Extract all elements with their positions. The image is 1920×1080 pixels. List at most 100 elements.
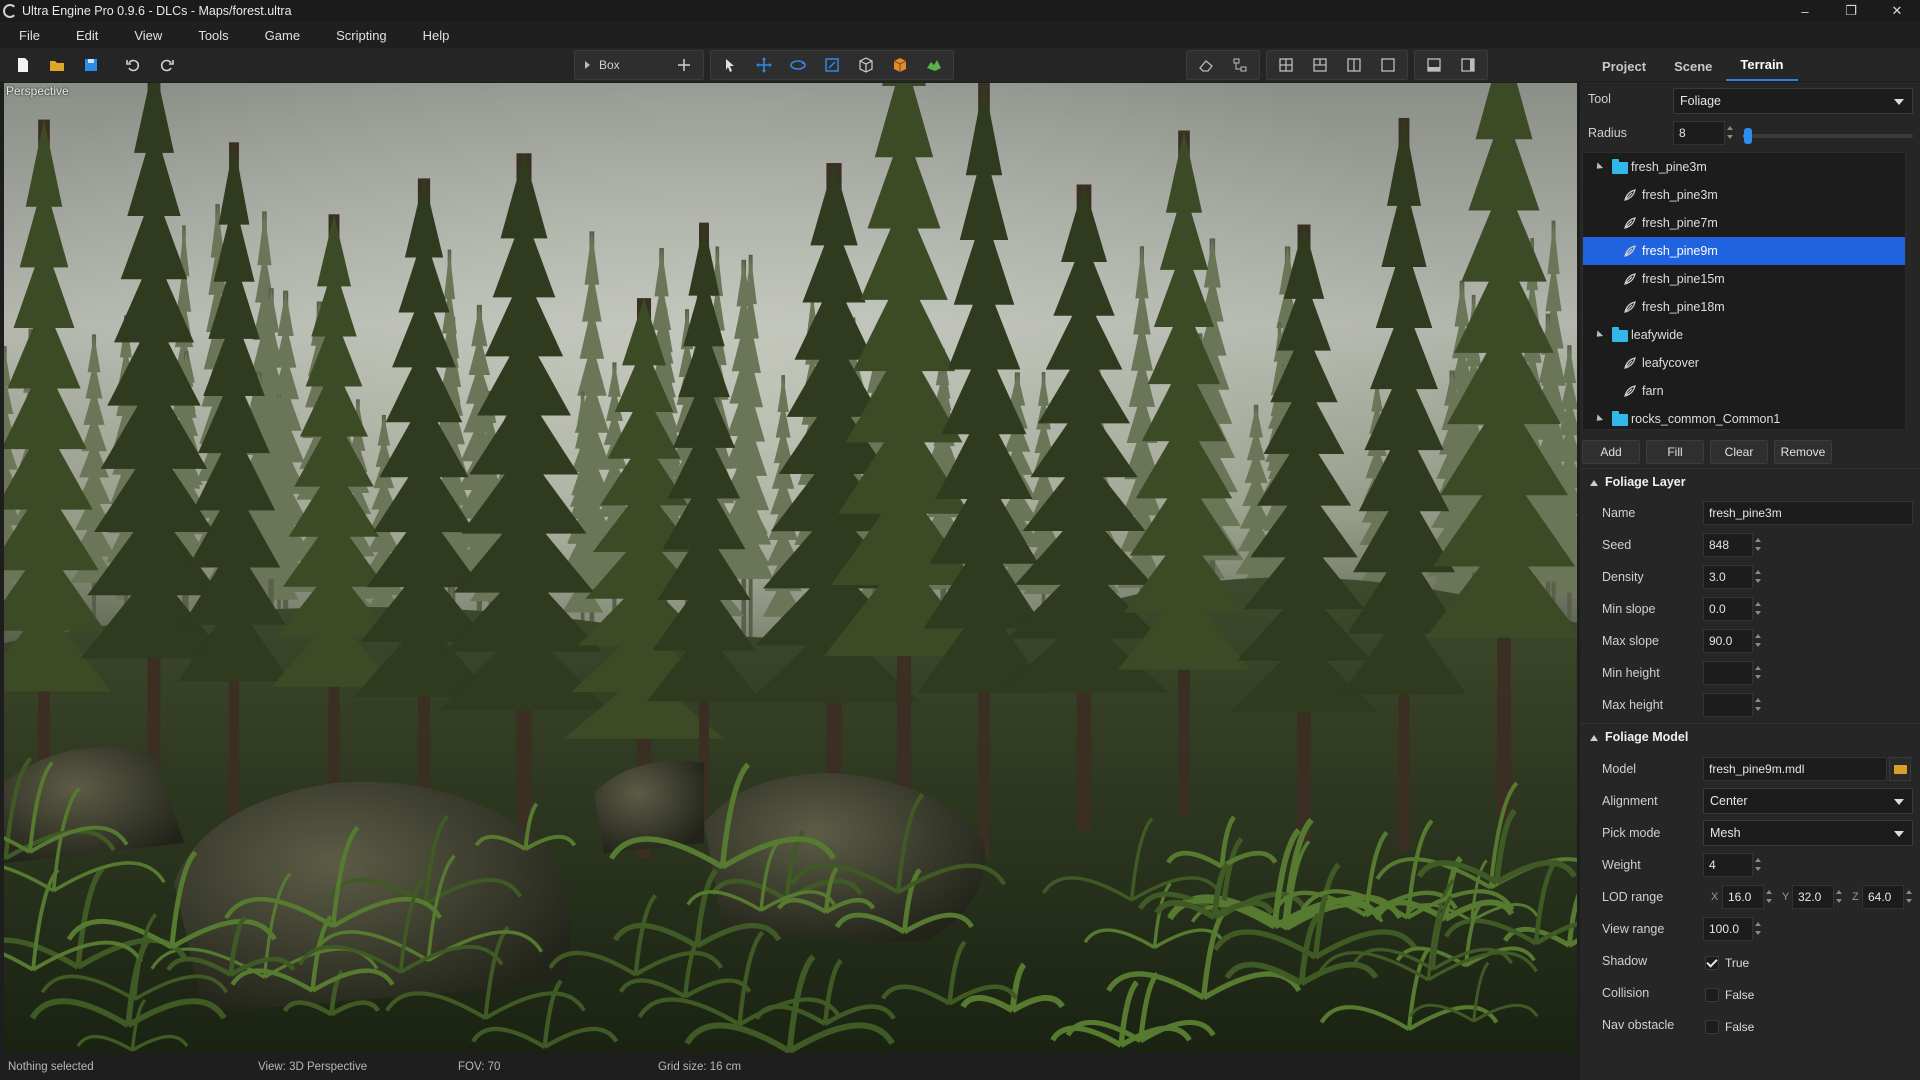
view-range-stepper[interactable] — [1754, 917, 1763, 941]
max-slope-input[interactable]: 90.0 — [1703, 629, 1753, 653]
radius-value: 8 — [1679, 126, 1686, 140]
expand-arrow-icon[interactable] — [1594, 414, 1603, 423]
tree-item[interactable]: fresh_pine7m — [1583, 209, 1906, 237]
select-tool-button[interactable] — [713, 51, 747, 79]
primitive-dropdown[interactable]: Box — [577, 51, 667, 79]
seed-input[interactable]: 848 — [1703, 533, 1753, 557]
radius-stepper[interactable] — [1726, 121, 1735, 145]
layout-single-button[interactable] — [1371, 51, 1405, 79]
menu-tools[interactable]: Tools — [187, 28, 239, 43]
tree-item[interactable]: farn — [1583, 377, 1906, 405]
tree-item[interactable]: fresh_pine9m — [1583, 237, 1906, 265]
radius-slider-thumb[interactable] — [1744, 128, 1752, 144]
collision-checkbox[interactable] — [1705, 988, 1719, 1002]
lod-y-input[interactable]: 32.0 — [1792, 885, 1834, 909]
move-tool-button[interactable] — [747, 51, 781, 79]
hierarchy-button[interactable] — [1223, 51, 1257, 79]
3d-viewport[interactable]: Perspective — [4, 83, 1577, 1053]
tab-project[interactable]: Project — [1588, 59, 1660, 81]
max-height-label: Max height — [1602, 698, 1663, 712]
density-stepper[interactable] — [1754, 565, 1763, 589]
scale-tool-button[interactable] — [815, 51, 849, 79]
tree-item[interactable]: fresh_pine18m — [1583, 293, 1906, 321]
foliage-model-header[interactable]: Foliage Model — [1580, 723, 1920, 751]
min-height-input[interactable] — [1703, 661, 1753, 685]
max-slope-stepper[interactable] — [1754, 629, 1763, 653]
model-input[interactable]: fresh_pine9m.mdl — [1703, 757, 1887, 781]
box-primitive-button[interactable] — [849, 51, 883, 79]
new-file-button[interactable] — [6, 51, 40, 79]
weight-input[interactable]: 4 — [1703, 853, 1753, 877]
menu-game[interactable]: Game — [254, 28, 311, 43]
minimize-button[interactable]: – — [1782, 0, 1828, 22]
alignment-dropdown[interactable]: Center — [1703, 788, 1913, 814]
lod-x-stepper[interactable] — [1765, 885, 1774, 909]
min-slope-stepper[interactable] — [1754, 597, 1763, 621]
fill-button[interactable]: Fill — [1646, 440, 1704, 464]
menu-view[interactable]: View — [123, 28, 173, 43]
menu-file[interactable]: File — [8, 28, 51, 43]
expand-arrow-icon[interactable] — [1594, 162, 1603, 171]
shadow-checkbox[interactable] — [1705, 956, 1719, 970]
min-slope-input[interactable]: 0.0 — [1703, 597, 1753, 621]
tree-item[interactable]: fresh_pine15m — [1583, 265, 1906, 293]
clear-button[interactable]: Clear — [1710, 440, 1768, 464]
pick-mode-dropdown[interactable]: Mesh — [1703, 820, 1913, 846]
toggle-bottom-panel-button[interactable] — [1417, 51, 1451, 79]
expand-arrow-icon[interactable] — [1594, 330, 1603, 339]
redo-button[interactable] — [150, 51, 184, 79]
browse-model-button[interactable] — [1889, 757, 1911, 781]
open-button[interactable] — [40, 51, 74, 79]
textured-box-button[interactable] — [883, 51, 917, 79]
layout-quad-icon — [1277, 56, 1295, 74]
name-input[interactable]: fresh_pine3m — [1703, 501, 1913, 525]
undo-button[interactable] — [116, 51, 150, 79]
radius-input[interactable]: 8 — [1673, 121, 1725, 145]
view-range-input[interactable]: 100.0 — [1703, 917, 1753, 941]
terrain-tool-button[interactable] — [917, 51, 951, 79]
toggle-side-panel-button[interactable] — [1451, 51, 1485, 79]
lod-z-stepper[interactable] — [1905, 885, 1914, 909]
lod-x-input[interactable]: 16.0 — [1722, 885, 1764, 909]
layout-quad-button[interactable] — [1269, 51, 1303, 79]
tree-folder[interactable]: rocks_common_Common1 — [1583, 405, 1906, 430]
min-height-label: Min height — [1602, 666, 1660, 680]
tree-folder[interactable]: fresh_pine3m — [1583, 153, 1906, 181]
menu-help[interactable]: Help — [412, 28, 461, 43]
seed-stepper[interactable] — [1754, 533, 1763, 557]
layout-horizontal-button[interactable] — [1303, 51, 1337, 79]
foliage-buttons: Add Fill Clear Remove — [1582, 440, 1838, 464]
tab-terrain[interactable]: Terrain — [1726, 57, 1797, 81]
eraser-button[interactable] — [1189, 51, 1223, 79]
rotate-tool-button[interactable] — [781, 51, 815, 79]
tree-item-label: leafywide — [1631, 328, 1683, 342]
density-input[interactable]: 3.0 — [1703, 565, 1753, 589]
menu-scripting[interactable]: Scripting — [325, 28, 398, 43]
lod-y-stepper[interactable] — [1835, 885, 1844, 909]
add-primitive-button[interactable] — [667, 51, 701, 79]
tree-folder[interactable]: leafywide — [1583, 321, 1906, 349]
max-height-stepper[interactable] — [1754, 693, 1763, 717]
max-height-input[interactable] — [1703, 693, 1753, 717]
add-button[interactable]: Add — [1582, 440, 1640, 464]
lod-z-label: Z — [1852, 891, 1859, 903]
chevron-down-icon — [1894, 831, 1904, 837]
layout-vertical-button[interactable] — [1337, 51, 1371, 79]
foliage-layer-header[interactable]: Foliage Layer — [1580, 468, 1920, 496]
restore-button[interactable]: ❐ — [1828, 0, 1874, 22]
tree-item[interactable]: fresh_pine3m — [1583, 181, 1906, 209]
lod-range-label: LOD range — [1602, 890, 1663, 904]
lod-z-input[interactable]: 64.0 — [1862, 885, 1904, 909]
menu-edit[interactable]: Edit — [65, 28, 109, 43]
tab-scene[interactable]: Scene — [1660, 59, 1726, 81]
remove-button[interactable]: Remove — [1774, 440, 1832, 464]
min-height-stepper[interactable] — [1754, 661, 1763, 685]
nav-obstacle-checkbox[interactable] — [1705, 1020, 1719, 1034]
save-button[interactable] — [74, 51, 108, 79]
close-button[interactable]: ✕ — [1874, 0, 1920, 22]
tool-dropdown[interactable]: Foliage — [1673, 88, 1913, 114]
radius-label: Radius — [1588, 126, 1627, 140]
tree-item[interactable]: leafycover — [1583, 349, 1906, 377]
radius-slider[interactable] — [1743, 134, 1913, 138]
weight-stepper[interactable] — [1754, 853, 1763, 877]
